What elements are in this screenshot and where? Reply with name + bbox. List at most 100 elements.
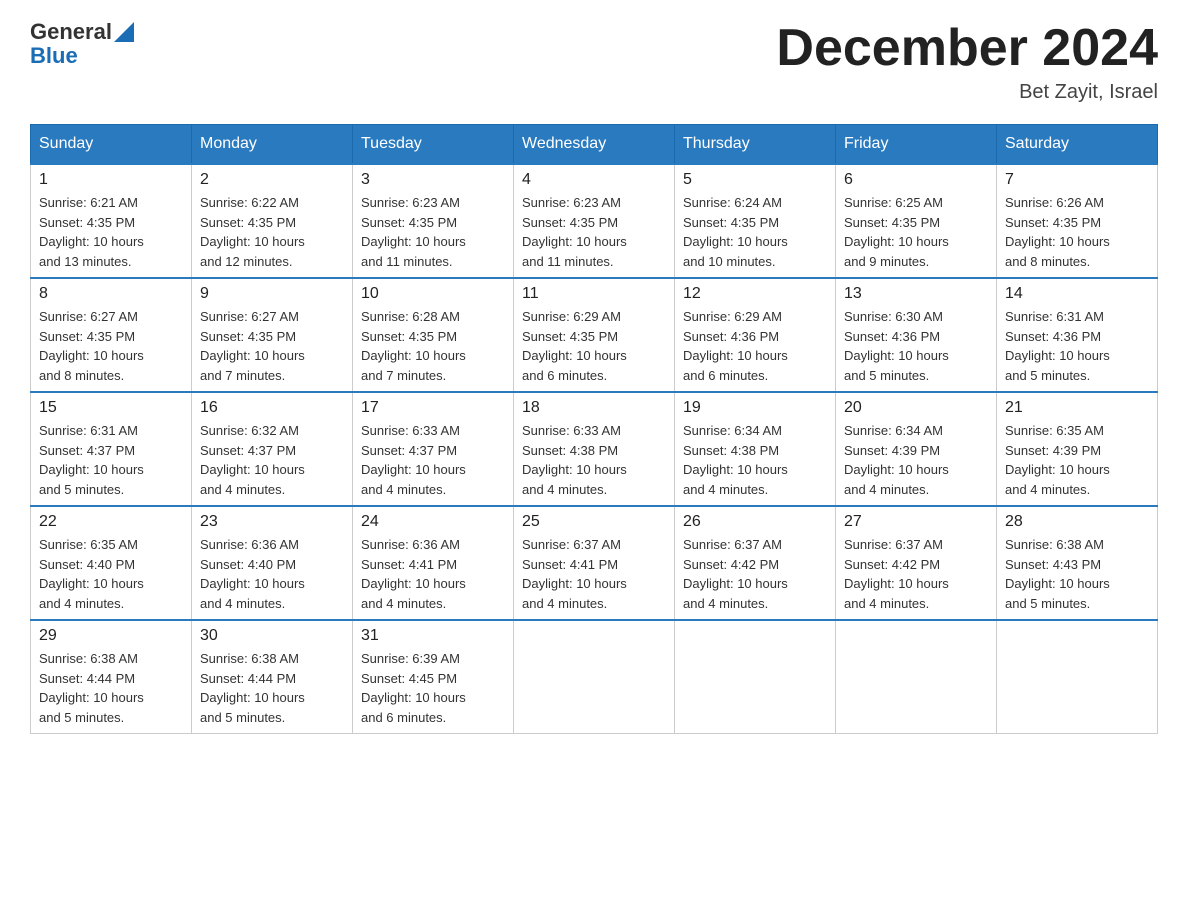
day-number: 29	[39, 627, 183, 645]
day-cell-27: 27Sunrise: 6:37 AM Sunset: 4:42 PM Dayli…	[836, 506, 997, 620]
day-number: 20	[844, 399, 988, 417]
empty-cell	[836, 620, 997, 734]
day-number: 5	[683, 171, 827, 189]
day-info: Sunrise: 6:25 AM Sunset: 4:35 PM Dayligh…	[844, 193, 988, 271]
header-cell-saturday: Saturday	[997, 125, 1158, 165]
day-info: Sunrise: 6:35 AM Sunset: 4:40 PM Dayligh…	[39, 535, 183, 613]
day-cell-2: 2Sunrise: 6:22 AM Sunset: 4:35 PM Daylig…	[192, 164, 353, 278]
day-number: 18	[522, 399, 666, 417]
day-cell-18: 18 Sunrise: 6:33 AM Sunset: 4:38 PM Dayli…	[514, 392, 675, 506]
day-info: Sunrise: 6:38 AM Sunset: 4:43 PM Dayligh…	[1005, 535, 1149, 613]
day-number: 9	[200, 285, 344, 303]
day-cell-12: 12 Sunrise: 6:29 AM Sunset: 4:36 PM Dayli…	[675, 278, 836, 392]
day-number: 17	[361, 399, 505, 417]
day-cell-9: 9 Sunrise: 6:27 AM Sunset: 4:35 PM Daylig…	[192, 278, 353, 392]
header-cell-tuesday: Tuesday	[353, 125, 514, 165]
logo-blue-text: Blue	[30, 44, 134, 68]
day-number: 21	[1005, 399, 1149, 417]
day-info: Sunrise: 6:33 AM Sunset: 4:38 PM Dayligh…	[522, 421, 666, 499]
day-info: Sunrise: 6:23 AM Sunset: 4:35 PM Dayligh…	[522, 193, 666, 271]
day-cell-26: 26Sunrise: 6:37 AM Sunset: 4:42 PM Dayli…	[675, 506, 836, 620]
day-number: 30	[200, 627, 344, 645]
day-cell-31: 31Sunrise: 6:39 AM Sunset: 4:45 PM Dayli…	[353, 620, 514, 734]
day-info: Sunrise: 6:23 AM Sunset: 4:35 PM Dayligh…	[361, 193, 505, 271]
day-info: Sunrise: 6:36 AM Sunset: 4:41 PM Dayligh…	[361, 535, 505, 613]
day-cell-11: 11Sunrise: 6:29 AM Sunset: 4:35 PM Dayli…	[514, 278, 675, 392]
day-number: 28	[1005, 513, 1149, 531]
day-number: 22	[39, 513, 183, 531]
day-info: Sunrise: 6:38 AM Sunset: 4:44 PM Dayligh…	[200, 649, 344, 727]
day-info: Sunrise: 6:28 AM Sunset: 4:35 PM Dayligh…	[361, 307, 505, 385]
day-info: Sunrise: 6:37 AM Sunset: 4:42 PM Dayligh…	[844, 535, 988, 613]
day-cell-28: 28 Sunrise: 6:38 AM Sunset: 4:43 PM Dayli…	[997, 506, 1158, 620]
day-info: Sunrise: 6:37 AM Sunset: 4:41 PM Dayligh…	[522, 535, 666, 613]
day-info: Sunrise: 6:31 AM Sunset: 4:37 PM Dayligh…	[39, 421, 183, 499]
day-cell-23: 23Sunrise: 6:36 AM Sunset: 4:40 PM Dayli…	[192, 506, 353, 620]
day-number: 13	[844, 285, 988, 303]
logo-general-text: General	[30, 20, 112, 44]
day-info: Sunrise: 6:27 AM Sunset: 4:35 PM Dayligh…	[200, 307, 344, 385]
logo-triangle-icon	[114, 22, 134, 42]
day-cell-22: 22 Sunrise: 6:35 AM Sunset: 4:40 PM Dayli…	[31, 506, 192, 620]
day-cell-19: 19Sunrise: 6:34 AM Sunset: 4:38 PM Dayli…	[675, 392, 836, 506]
day-number: 12	[683, 285, 827, 303]
day-info: Sunrise: 6:29 AM Sunset: 4:35 PM Dayligh…	[522, 307, 666, 385]
empty-cell	[675, 620, 836, 734]
month-title: December 2024	[776, 20, 1158, 77]
header-cell-monday: Monday	[192, 125, 353, 165]
title-section: December 2024 Bet Zayit, Israel	[776, 20, 1158, 104]
day-number: 26	[683, 513, 827, 531]
day-info: Sunrise: 6:32 AM Sunset: 4:37 PM Dayligh…	[200, 421, 344, 499]
day-cell-16: 16 Sunrise: 6:32 AM Sunset: 4:37 PM Dayli…	[192, 392, 353, 506]
day-cell-1: 1 Sunrise: 6:21 AM Sunset: 4:35 PM Daylig…	[31, 164, 192, 278]
empty-cell	[997, 620, 1158, 734]
day-cell-7: 7 Sunrise: 6:26 AM Sunset: 4:35 PM Daylig…	[997, 164, 1158, 278]
day-cell-21: 21Sunrise: 6:35 AM Sunset: 4:39 PM Dayli…	[997, 392, 1158, 506]
day-number: 8	[39, 285, 183, 303]
page-header: General Blue December 2024 Bet Zayit, Is…	[30, 20, 1158, 104]
day-number: 14	[1005, 285, 1149, 303]
calendar-header: SundayMondayTuesdayWednesdayThursdayFrid…	[31, 125, 1158, 165]
day-cell-13: 13 Sunrise: 6:30 AM Sunset: 4:36 PM Dayli…	[836, 278, 997, 392]
day-cell-25: 25 Sunrise: 6:37 AM Sunset: 4:41 PM Dayli…	[514, 506, 675, 620]
header-cell-wednesday: Wednesday	[514, 125, 675, 165]
day-cell-10: 10 Sunrise: 6:28 AM Sunset: 4:35 PM Dayli…	[353, 278, 514, 392]
day-number: 2	[200, 171, 344, 189]
day-info: Sunrise: 6:36 AM Sunset: 4:40 PM Dayligh…	[200, 535, 344, 613]
day-cell-5: 5Sunrise: 6:24 AM Sunset: 4:35 PM Daylig…	[675, 164, 836, 278]
day-info: Sunrise: 6:21 AM Sunset: 4:35 PM Dayligh…	[39, 193, 183, 271]
day-cell-6: 6 Sunrise: 6:25 AM Sunset: 4:35 PM Daylig…	[836, 164, 997, 278]
week-row-4: 22 Sunrise: 6:35 AM Sunset: 4:40 PM Dayli…	[31, 506, 1158, 620]
day-number: 10	[361, 285, 505, 303]
day-number: 7	[1005, 171, 1149, 189]
day-cell-8: 8 Sunrise: 6:27 AM Sunset: 4:35 PM Daylig…	[31, 278, 192, 392]
day-number: 4	[522, 171, 666, 189]
day-info: Sunrise: 6:38 AM Sunset: 4:44 PM Dayligh…	[39, 649, 183, 727]
day-info: Sunrise: 6:29 AM Sunset: 4:36 PM Dayligh…	[683, 307, 827, 385]
day-info: Sunrise: 6:26 AM Sunset: 4:35 PM Dayligh…	[1005, 193, 1149, 271]
day-info: Sunrise: 6:33 AM Sunset: 4:37 PM Dayligh…	[361, 421, 505, 499]
day-number: 3	[361, 171, 505, 189]
header-cell-sunday: Sunday	[31, 125, 192, 165]
day-number: 6	[844, 171, 988, 189]
day-number: 16	[200, 399, 344, 417]
day-cell-3: 3 Sunrise: 6:23 AM Sunset: 4:35 PM Daylig…	[353, 164, 514, 278]
day-info: Sunrise: 6:31 AM Sunset: 4:36 PM Dayligh…	[1005, 307, 1149, 385]
day-info: Sunrise: 6:39 AM Sunset: 4:45 PM Dayligh…	[361, 649, 505, 727]
day-number: 1	[39, 171, 183, 189]
day-cell-29: 29 Sunrise: 6:38 AM Sunset: 4:44 PM Dayli…	[31, 620, 192, 734]
week-row-2: 8 Sunrise: 6:27 AM Sunset: 4:35 PM Daylig…	[31, 278, 1158, 392]
empty-cell	[514, 620, 675, 734]
header-cell-thursday: Thursday	[675, 125, 836, 165]
week-row-3: 15 Sunrise: 6:31 AM Sunset: 4:37 PM Dayli…	[31, 392, 1158, 506]
day-cell-17: 17 Sunrise: 6:33 AM Sunset: 4:37 PM Dayli…	[353, 392, 514, 506]
day-number: 25	[522, 513, 666, 531]
day-number: 15	[39, 399, 183, 417]
day-info: Sunrise: 6:30 AM Sunset: 4:36 PM Dayligh…	[844, 307, 988, 385]
day-cell-15: 15 Sunrise: 6:31 AM Sunset: 4:37 PM Dayli…	[31, 392, 192, 506]
header-row: SundayMondayTuesdayWednesdayThursdayFrid…	[31, 125, 1158, 165]
day-info: Sunrise: 6:34 AM Sunset: 4:38 PM Dayligh…	[683, 421, 827, 499]
location: Bet Zayit, Israel	[776, 81, 1158, 104]
week-row-5: 29 Sunrise: 6:38 AM Sunset: 4:44 PM Dayli…	[31, 620, 1158, 734]
day-info: Sunrise: 6:27 AM Sunset: 4:35 PM Dayligh…	[39, 307, 183, 385]
